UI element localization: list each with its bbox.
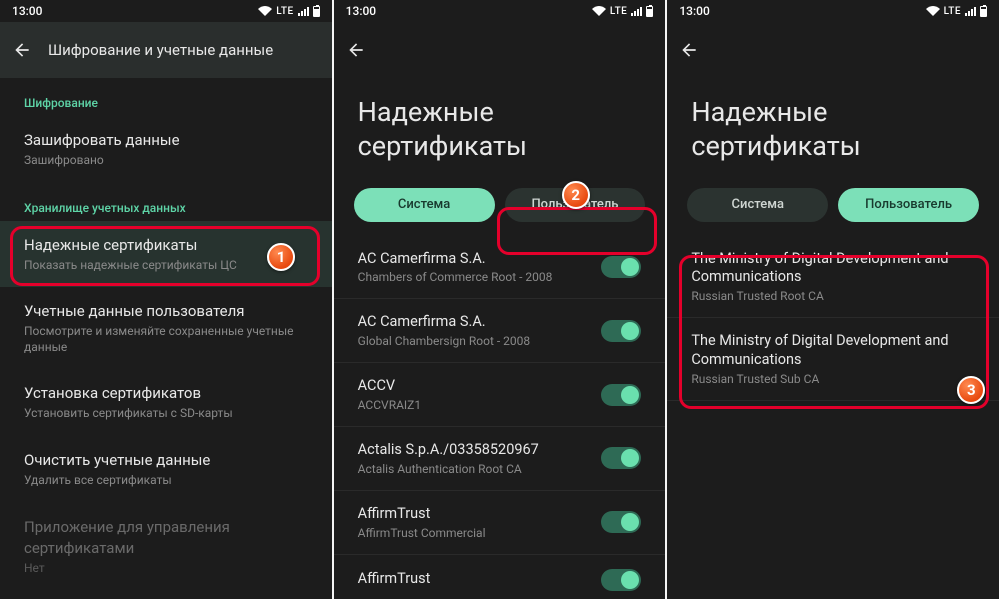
battery-icon <box>313 6 320 17</box>
cert-item[interactable]: AffirmTrust <box>334 555 666 599</box>
cert-toggle[interactable] <box>601 447 641 469</box>
cert-sub: ACCVRAIZ1 <box>358 398 592 412</box>
cert-title: AC Camerfirma S.A. <box>358 250 592 269</box>
status-time: 13:00 <box>679 4 709 18</box>
signal-icon <box>631 7 642 16</box>
item-title: Приложение для управления сертификатами <box>24 517 308 559</box>
status-time: 13:00 <box>12 4 42 18</box>
cert-item[interactable]: The Ministry of Digital Development and … <box>667 236 999 319</box>
cert-sub: Russian Trusted Sub CA <box>691 372 965 386</box>
app-bar <box>334 22 666 78</box>
wifi-icon <box>926 6 940 16</box>
item-sub: Посмотрите и изменяйте сохраненные учетн… <box>24 324 308 355</box>
app-bar <box>667 22 999 78</box>
item-title: Надежные сертификаты <box>24 235 308 256</box>
cert-toggle[interactable] <box>601 256 641 278</box>
screen-encryption-credentials: 13:00 LTE Шифрование и учетные данные Ши… <box>0 0 332 599</box>
cert-title: AffirmTrust <box>358 570 592 589</box>
item-sub: Зашифровано <box>24 153 308 169</box>
signal-icon <box>965 7 976 16</box>
cert-toggle[interactable] <box>601 511 641 533</box>
item-sub: Нет <box>24 561 308 577</box>
page-title: Надежные сертификаты <box>667 78 999 188</box>
cert-tabs: Система Пользователь <box>334 188 666 236</box>
cert-sub: Actalis Authentication Root CA <box>358 462 592 476</box>
page-title: Шифрование и учетные данные <box>48 41 273 59</box>
tab-user[interactable]: Пользователь <box>838 188 979 222</box>
back-icon[interactable] <box>679 40 699 60</box>
back-icon[interactable] <box>12 40 32 60</box>
cert-item[interactable]: AffirmTrust AffirmTrust Commercial <box>334 491 666 555</box>
cert-toggle[interactable] <box>601 569 641 591</box>
cert-item[interactable]: The Ministry of Digital Development and … <box>667 318 999 401</box>
cert-tabs: Система Пользователь <box>667 188 999 236</box>
status-icons: LTE <box>258 6 319 17</box>
user-credentials-item[interactable]: Учетные данные пользователя Посмотрите и… <box>0 287 332 369</box>
wifi-icon <box>258 6 272 16</box>
cert-title: ACCV <box>358 377 592 396</box>
app-bar: Шифрование и учетные данные <box>0 22 332 78</box>
status-bar: 13:00 LTE <box>0 0 332 22</box>
cert-management-app-item: Приложение для управления сертификатами … <box>0 503 332 591</box>
wifi-icon <box>592 6 606 16</box>
signal-icon <box>298 7 309 16</box>
encrypt-data-item[interactable]: Зашифровать данные Зашифровано <box>0 116 332 183</box>
page-title: Надежные сертификаты <box>334 78 666 188</box>
tab-system[interactable]: Система <box>354 188 495 222</box>
screen-trusted-certs-user: 13:00 LTE Надежные сертификаты Система П… <box>667 0 999 599</box>
section-credstore-label: Хранилище учетных данных <box>0 183 332 221</box>
status-icons: LTE <box>592 6 653 17</box>
cert-item[interactable]: ACCV ACCVRAIZ1 <box>334 363 666 427</box>
cert-item[interactable]: AC Camerfirma S.A.Chambers of Commerce R… <box>334 236 666 300</box>
network-label: LTE <box>610 6 627 17</box>
cert-sub: Global Chambersign Root - 2008 <box>358 334 592 348</box>
cert-toggle[interactable] <box>601 320 641 342</box>
item-sub: Удалить все сертификаты <box>24 473 308 489</box>
status-icons: LTE <box>926 6 987 17</box>
item-title: Зашифровать данные <box>24 130 308 151</box>
network-label: LTE <box>944 6 961 17</box>
callout-badge-2: 2 <box>562 181 590 209</box>
battery-icon <box>980 6 987 17</box>
clear-credentials-item[interactable]: Очистить учетные данные Удалить все серт… <box>0 436 332 503</box>
section-encryption-label: Шифрование <box>0 78 332 116</box>
cert-sub: Russian Trusted Root CA <box>691 289 965 303</box>
cert-sub: Chambers of Commerce Root - 2008 <box>358 270 592 284</box>
callout-badge-1: 1 <box>267 243 295 271</box>
item-title: Очистить учетные данные <box>24 450 308 471</box>
status-bar: 13:00 LTE <box>334 0 666 22</box>
cert-sub: AffirmTrust Commercial <box>358 526 592 540</box>
item-sub: Показать надежные сертификаты ЦС <box>24 258 308 274</box>
cert-title: AffirmTrust <box>358 505 592 524</box>
screen-trusted-certs-system: 13:00 LTE Надежные сертификаты Система П… <box>334 0 666 599</box>
cert-item[interactable]: AC Camerfirma S.A. Global Chambersign Roo… <box>334 299 666 363</box>
battery-icon <box>646 6 653 17</box>
back-icon[interactable] <box>346 40 366 60</box>
network-label: LTE <box>276 6 293 17</box>
cert-item[interactable]: Actalis S.p.A./03358520967 Actalis Authen… <box>334 427 666 491</box>
cert-toggle[interactable] <box>601 384 641 406</box>
cert-title: The Ministry of Digital Development and … <box>691 332 965 370</box>
status-time: 13:00 <box>346 4 376 18</box>
cert-title: Actalis S.p.A./03358520967 <box>358 441 592 460</box>
cert-title: The Ministry of Digital Development and … <box>691 250 965 288</box>
cert-title: AC Camerfirma S.A. <box>358 313 592 332</box>
item-title: Установка сертификатов <box>24 383 308 404</box>
status-bar: 13:00 LTE <box>667 0 999 22</box>
item-title: Учетные данные пользователя <box>24 301 308 322</box>
install-certs-item[interactable]: Установка сертификатов Установить сертиф… <box>0 369 332 436</box>
item-sub: Установить сертификаты с SD-карты <box>24 406 308 422</box>
tab-system[interactable]: Система <box>687 188 828 222</box>
